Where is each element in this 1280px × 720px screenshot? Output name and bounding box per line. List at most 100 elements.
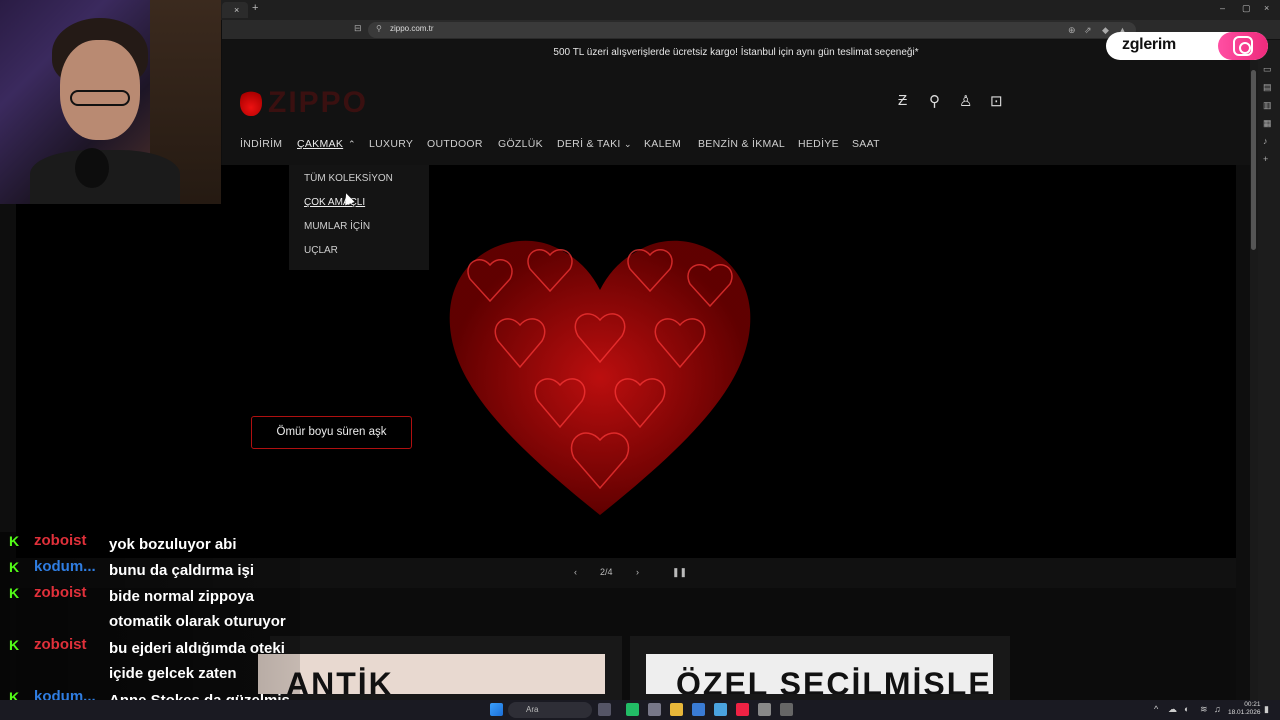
edit-icon[interactable]: Ƶ: [898, 92, 907, 109]
chat-text: yok bozuluyor abi: [109, 536, 237, 553]
new-tab-button[interactable]: +: [252, 2, 258, 14]
nav-item-kalem[interactable]: KALEM: [644, 138, 681, 150]
maximize-button[interactable]: ▢: [1242, 3, 1251, 14]
minimize-button[interactable]: –: [1220, 3, 1225, 13]
close-window-button[interactable]: ×: [1264, 3, 1269, 13]
nav-item-saat[interactable]: SAAT: [852, 138, 880, 150]
start-icon[interactable]: [490, 703, 503, 716]
zoom-icon[interactable]: ⊕: [1068, 25, 1076, 36]
dropdown-item-mumlar-icin[interactable]: MUMLAR İÇİN: [304, 221, 370, 232]
logo-text: ZIPPO: [268, 86, 369, 119]
tray-icon[interactable]: ☁: [1168, 704, 1177, 715]
scrollbar-thumb[interactable]: [1251, 70, 1256, 250]
cart-icon[interactable]: ⊡: [990, 92, 1003, 110]
slider-prev-icon[interactable]: ‹: [574, 567, 577, 577]
cakmak-dropdown: TÜM KOLEKSİYON ÇOK AMAÇLI MUMLAR İÇİN UÇ…: [289, 165, 429, 270]
taskbar-app-icon[interactable]: [692, 703, 705, 716]
music-icon[interactable]: ♪: [1263, 136, 1268, 146]
wifi-icon[interactable]: ≋: [1200, 704, 1208, 715]
nav-item-cakmak[interactable]: ÇAKMAK: [297, 138, 343, 150]
promo-banner: 500 TL üzeri alışverişlerde ücretsiz kar…: [553, 47, 919, 58]
flame-icon: [240, 88, 262, 116]
taskbar-app-icon[interactable]: [780, 703, 793, 716]
windows-taskbar: Ara ^ ☁ ◐ ≋ ♫ 00:21 18.01.2026 ▮: [0, 700, 1280, 720]
tray-chevron-icon[interactable]: ^: [1154, 704, 1158, 714]
instagram-icon: [1218, 32, 1268, 60]
clock-date: 18.01.2026: [1228, 709, 1261, 716]
chat-text: bide normal zippoya: [109, 588, 255, 605]
chat-username: zoboist: [34, 636, 87, 653]
share-icon[interactable]: ⇗: [1084, 25, 1092, 36]
nav-item-gozluk[interactable]: GÖZLÜK: [498, 138, 543, 150]
kick-icon: K: [9, 585, 20, 601]
clock-time: 00:21: [1244, 701, 1261, 708]
taskbar-app-icon[interactable]: [714, 703, 727, 716]
bookmark-icon[interactable]: ⊟: [354, 23, 362, 34]
webcam-overlay: [0, 0, 221, 204]
notification-icon[interactable]: ▮: [1264, 704, 1269, 715]
chat-text: bu ejderi aldığımda oteki: [109, 640, 285, 657]
card-title-ozel: ÖZEL SEÇİLMİŞLER: [676, 666, 993, 694]
folder-icon[interactable]: [670, 703, 683, 716]
slider-pause-icon[interactable]: ❚❚: [672, 567, 687, 578]
chevron-down-icon[interactable]: ⌄: [624, 139, 632, 150]
nav-item-deri-taki[interactable]: DERİ & TAKI: [557, 138, 621, 150]
nav-item-luxury[interactable]: LUXURY: [369, 138, 413, 150]
tab-close-icon[interactable]: ×: [234, 2, 239, 18]
sidebar-icon-1[interactable]: ▭: [1263, 64, 1272, 75]
chat-text: bunu da çaldırma işi: [109, 562, 255, 579]
browser-sidebar: ▭ ▤ ▥ ▦ ♪ +: [1258, 40, 1280, 700]
dropdown-item-uclar[interactable]: UÇLAR: [304, 245, 338, 256]
streamer-glasses: [70, 90, 130, 106]
taskbar-search[interactable]: Ara: [508, 702, 592, 718]
account-icon[interactable]: ♙: [959, 92, 972, 110]
chat-overlay: K zoboist yok bozuluyor abi K kodum... b…: [0, 532, 300, 712]
kick-icon: K: [9, 559, 20, 575]
add-icon[interactable]: +: [1263, 154, 1268, 164]
taskbar-app-icon[interactable]: [598, 703, 611, 716]
chat-username: zoboist: [34, 532, 87, 549]
chevron-up-icon[interactable]: ⌃: [348, 139, 356, 150]
screen: × + – ▢ × ⊟ ⚲ zippo.com.tr ⊕ ⇗ ◆ ▲ 500 T…: [0, 0, 1280, 720]
kick-icon: K: [9, 533, 20, 549]
sidebar-icon-3[interactable]: ▥: [1263, 100, 1272, 111]
nav-item-indirim[interactable]: İNDİRİM: [240, 138, 282, 150]
instagram-handle: zglerim: [1122, 36, 1176, 53]
address-url: zippo.com.tr: [390, 24, 434, 33]
card-image-antik: ANTİK: [258, 654, 605, 694]
browser-tab[interactable]: ×: [222, 2, 248, 18]
search-icon[interactable]: ⚲: [929, 92, 940, 110]
taskbar-app-icon[interactable]: [758, 703, 771, 716]
heart-image: [449, 240, 751, 515]
microphone: [75, 148, 109, 188]
kick-icon: K: [9, 637, 20, 653]
address-bar[interactable]: ⚲ zippo.com.tr ⊕ ⇗ ◆ ▲: [368, 22, 1136, 38]
chat-username: kodum...: [34, 558, 96, 575]
slider-next-icon[interactable]: ›: [636, 567, 639, 577]
chat-username: zoboist: [34, 584, 87, 601]
card-image-ozel: ÖZEL SEÇİLMİŞLER: [646, 654, 993, 694]
nav-item-hediye[interactable]: HEDİYE: [798, 138, 839, 150]
browser-taskbar-icon[interactable]: [736, 703, 749, 716]
taskbar-app-icon[interactable]: [626, 703, 639, 716]
sidebar-icon-4[interactable]: ▦: [1263, 118, 1272, 129]
system-clock[interactable]: 00:21 18.01.2026: [1228, 701, 1261, 717]
dropdown-item-tum-koleksiyon[interactable]: TÜM KOLEKSİYON: [304, 173, 393, 184]
tray-icon[interactable]: ◐: [1184, 704, 1189, 714]
hero-cta-button[interactable]: Ömür boyu süren aşk: [251, 416, 412, 449]
nav-item-benzin-ikmal[interactable]: BENZİN & İKMAL: [698, 138, 785, 150]
brave-shield-icon[interactable]: ◆: [1102, 25, 1109, 36]
site-info-icon[interactable]: ⚲: [376, 24, 382, 33]
dropdown-item-cok-amacli[interactable]: ÇOK AMAÇLI: [304, 197, 365, 208]
chat-text: içide gelcek zaten: [109, 665, 237, 682]
taskbar-app-icon[interactable]: [648, 703, 661, 716]
site-header: 500 TL üzeri alışverişlerde ücretsiz kar…: [222, 40, 1250, 165]
slider-counter: 2/4: [600, 567, 613, 577]
sidebar-icon-2[interactable]: ▤: [1263, 82, 1272, 93]
zippo-logo[interactable]: ZIPPO: [240, 82, 380, 122]
card-title-antik: ANTİK: [286, 666, 394, 694]
volume-icon[interactable]: ♫: [1214, 704, 1221, 714]
chat-text: otomatik olarak oturuyor: [109, 613, 286, 630]
nav-item-outdoor[interactable]: OUTDOOR: [427, 138, 483, 150]
instagram-badge: zglerim: [1106, 32, 1268, 60]
